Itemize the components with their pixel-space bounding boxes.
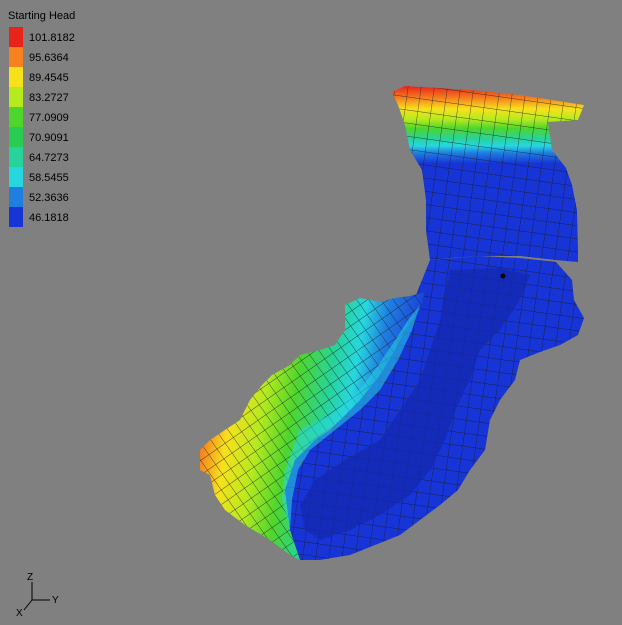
legend-entry: 46.1818	[9, 207, 119, 227]
legend-entry: 89.4545	[9, 67, 119, 87]
legend-entry: 52.3636	[9, 187, 119, 207]
legend-entry: 95.6364	[9, 47, 119, 67]
x-axis-label: X	[16, 608, 23, 619]
3d-viewport[interactable]: Starting Head 101.8182 95.6364 89.4545 8…	[0, 0, 622, 622]
legend-swatch	[9, 67, 23, 87]
legend-entry: 83.2727	[9, 87, 119, 107]
legend-entry: 101.8182	[9, 27, 119, 47]
legend-title: Starting Head	[8, 10, 76, 22]
legend-value: 89.4545	[29, 72, 69, 84]
legend-value: 64.7273	[29, 152, 69, 164]
legend-entry: 64.7273	[9, 147, 119, 167]
legend-value: 58.5455	[29, 172, 69, 184]
legend-value: 95.6364	[29, 52, 69, 64]
observation-point[interactable]	[500, 273, 506, 279]
legend-swatch	[9, 187, 23, 207]
legend-value: 46.1818	[29, 212, 69, 224]
legend-entry: 70.9091	[9, 127, 119, 147]
model-north-lobe	[392, 86, 584, 262]
legend-swatch	[9, 207, 23, 227]
legend-value: 77.0909	[29, 112, 69, 124]
y-axis-label: Y	[52, 595, 59, 606]
legend-value: 52.3636	[29, 192, 69, 204]
legend-swatch	[9, 47, 23, 67]
legend-swatch	[9, 167, 23, 187]
legend-swatch	[9, 147, 23, 167]
legend-value: 70.9091	[29, 132, 69, 144]
legend-swatch	[9, 127, 23, 147]
legend-swatch	[9, 87, 23, 107]
legend-entry: 77.0909	[9, 107, 119, 127]
legend-value: 83.2727	[29, 92, 69, 104]
axis-triad: Z Y X	[12, 570, 72, 620]
z-axis-label: Z	[27, 572, 34, 583]
legend-swatch	[9, 107, 23, 127]
legend-value: 101.8182	[29, 32, 75, 44]
legend-entry: 58.5455	[9, 167, 119, 187]
legend-swatch	[9, 27, 23, 47]
